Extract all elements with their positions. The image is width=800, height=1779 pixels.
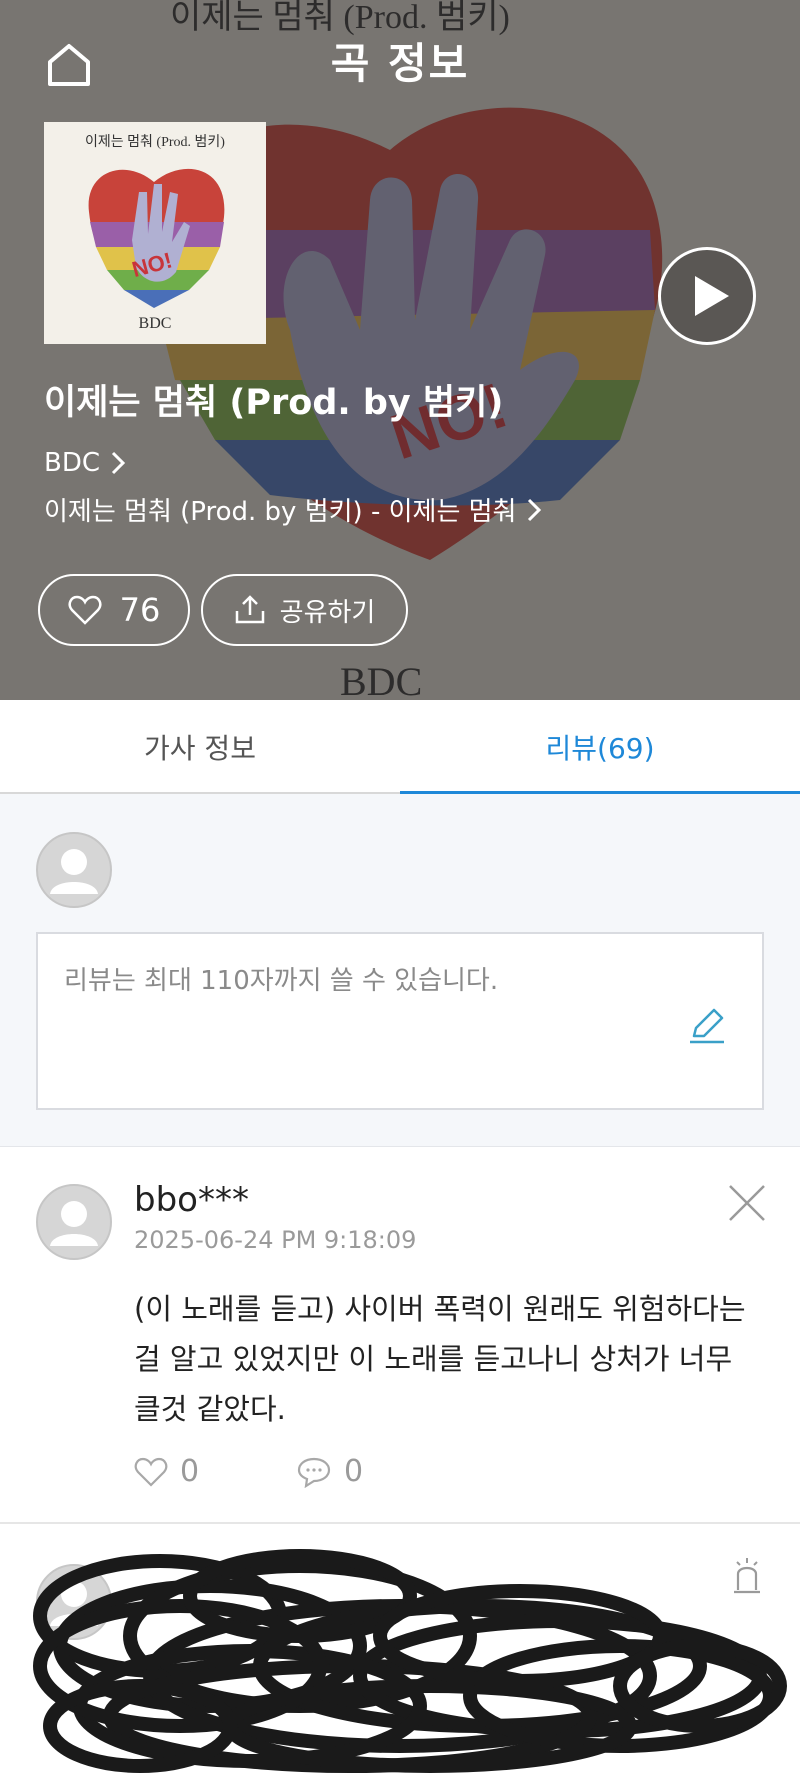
review-comment-button[interactable]: 0 (296, 1454, 363, 1489)
avatar (36, 832, 112, 908)
tab-bar: 가사 정보 리뷰(69) (0, 700, 800, 796)
review-username: bbo*** (134, 1180, 249, 1220)
tab-reviews[interactable]: 리뷰(69) (400, 700, 800, 796)
share-label: 공유하기 (279, 597, 376, 628)
album-cover-signature: BDC (139, 315, 172, 332)
review-like-count: 0 (180, 1454, 200, 1489)
artist-link[interactable]: BDC (44, 448, 126, 478)
review-date: 2025-06-24 PM 9:18:09 (134, 1226, 417, 1254)
like-button[interactable]: 76 (38, 574, 190, 646)
page-title: 곡 정보 (330, 39, 470, 88)
chevron-right-icon (111, 451, 126, 475)
scribble-redaction (33, 1549, 787, 1773)
artist-name: BDC (44, 448, 101, 478)
song-title: 이제는 멈춰 (Prod. by 범키) (44, 383, 504, 423)
share-button[interactable]: 공유하기 (201, 574, 408, 646)
review-comment-count: 0 (344, 1454, 364, 1489)
share-icon (235, 595, 264, 624)
write-review-section: 리뷰는 최대 110자까지 쓸 수 있습니다. (0, 794, 800, 1147)
review-item-redacted (0, 1526, 800, 1779)
tab-lyrics[interactable]: 가사 정보 (0, 700, 400, 794)
album-name: 이제는 멈춰 (Prod. by 범키) - 이제는 멈춰 (44, 497, 517, 527)
album-cover: 이제는 멈춰 (Prod. 범키) NO! BDC (44, 122, 266, 344)
heart-icon (134, 1457, 168, 1487)
pen-icon[interactable] (686, 1004, 728, 1046)
song-hero: NO! 이제는 멈춰 (Prod. 범키) BDC 곡 정보 이제는 멈춰 (P… (0, 0, 800, 700)
like-count: 76 (119, 591, 161, 629)
album-cover-caption: 이제는 멈춰 (Prod. 범키) (85, 134, 225, 150)
avatar (36, 1184, 112, 1260)
album-cover-art: 이제는 멈춰 (Prod. 범키) NO! BDC (44, 122, 266, 344)
review-like-button[interactable]: 0 (134, 1454, 199, 1489)
chevron-right-icon (528, 498, 542, 521)
play-button[interactable] (658, 247, 756, 345)
review-item: bbo*** 2025-06-24 PM 9:18:09 (이 노래를 듣고) … (0, 1148, 800, 1524)
album-link[interactable]: 이제는 멈춰 (Prod. by 범키) - 이제는 멈춰 (44, 491, 542, 528)
review-input-placeholder: 리뷰는 최대 110자까지 쓸 수 있습니다. (64, 966, 499, 996)
heart-icon (68, 595, 102, 625)
default-avatar-icon (36, 1184, 112, 1260)
close-icon[interactable] (726, 1182, 768, 1224)
play-icon (695, 276, 729, 316)
review-text: (이 노래를 듣고) 사이버 폭력이 원래도 위험하다는걸 알고 있었지만 이 … (134, 1292, 746, 1426)
default-avatar-icon (36, 832, 112, 908)
comment-icon (297, 1457, 331, 1488)
review-input[interactable]: 리뷰는 최대 110자까지 쓸 수 있습니다. (36, 932, 764, 1110)
